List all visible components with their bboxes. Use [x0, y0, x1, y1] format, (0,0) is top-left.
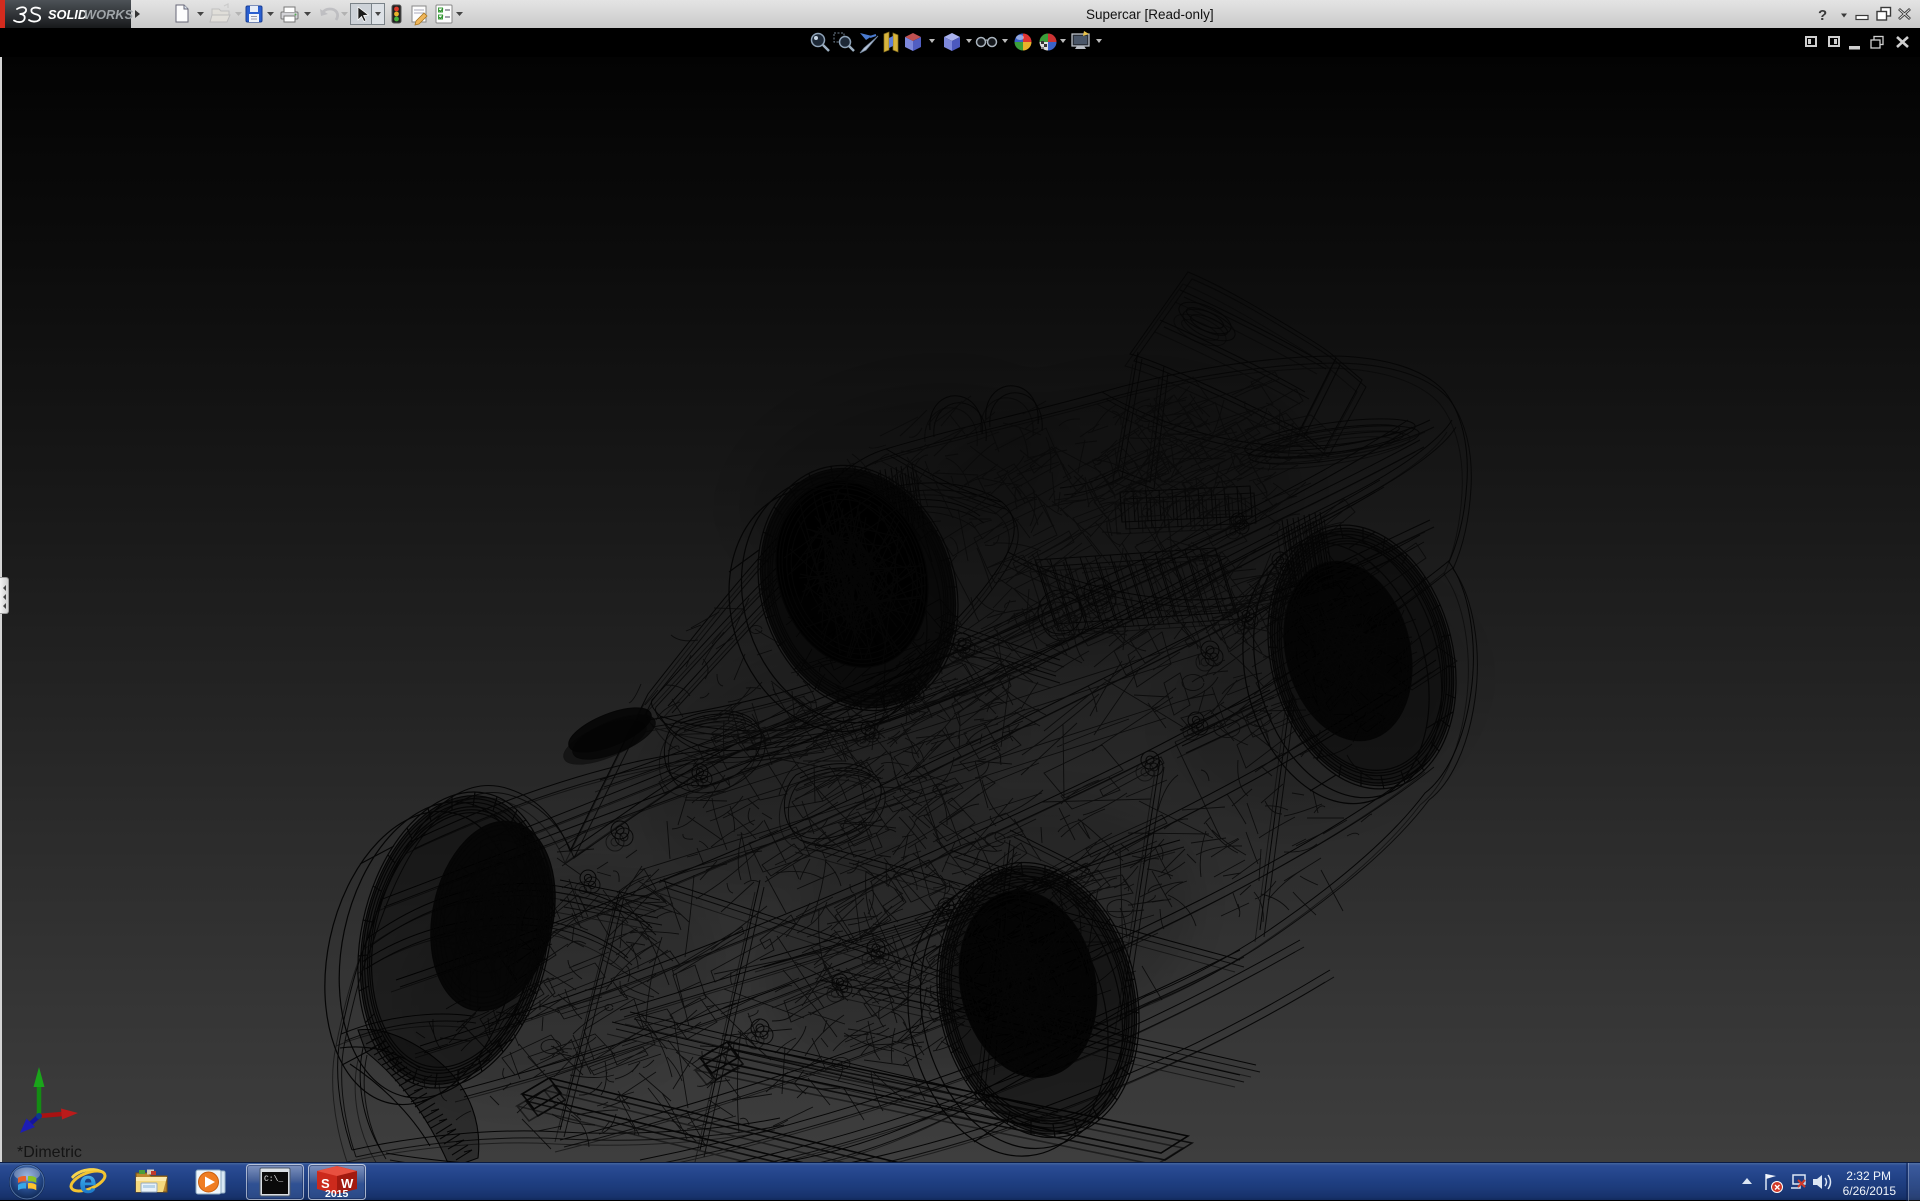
svg-text:WORKS: WORKS — [84, 7, 134, 22]
svg-text:2015: 2015 — [325, 1188, 349, 1200]
svg-text:2:32 PM: 2:32 PM — [1846, 1169, 1891, 1183]
svg-text:C:\_: C:\_ — [264, 1175, 283, 1184]
svg-text:SOLID: SOLID — [48, 7, 87, 22]
svg-text:6/26/2015: 6/26/2015 — [1843, 1184, 1897, 1198]
svg-text:?: ? — [1818, 7, 1827, 24]
svg-text:Supercar [Read-only]: Supercar [Read-only] — [1086, 7, 1214, 22]
